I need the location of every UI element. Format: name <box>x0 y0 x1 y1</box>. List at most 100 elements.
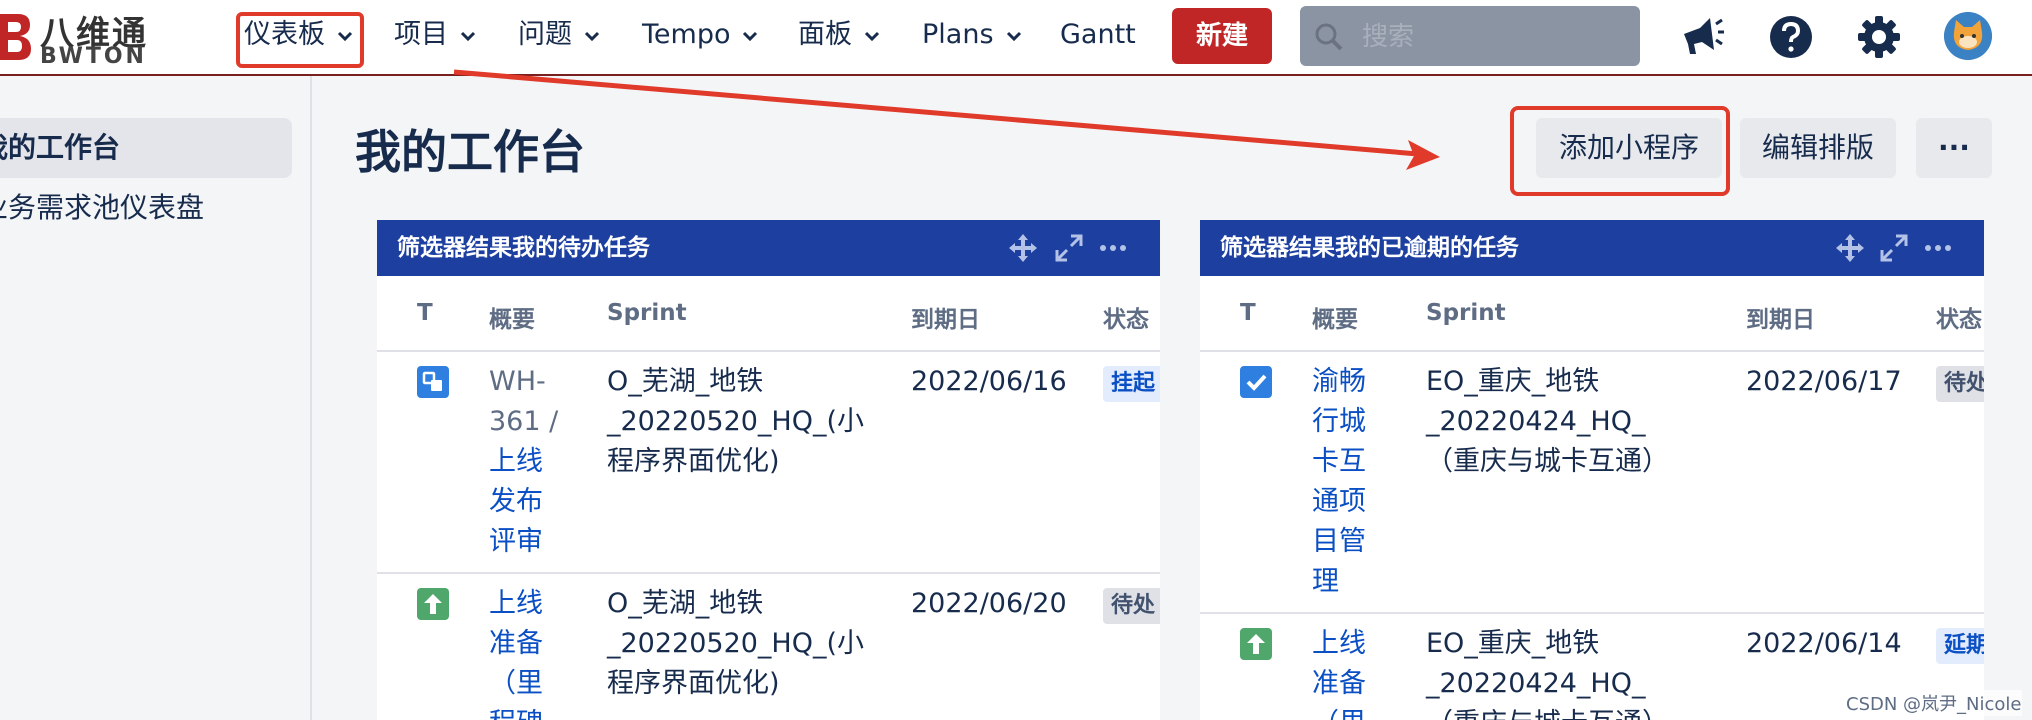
summary-line: 发布 <box>489 486 543 517</box>
row-divider <box>377 350 1160 352</box>
summary-line: 行城 <box>1312 406 1366 437</box>
nav-gantt[interactable]: Gantt <box>1060 12 1136 58</box>
maximize-icon[interactable] <box>1053 232 1085 264</box>
column-header-due-date[interactable]: 到期日 <box>911 300 980 334</box>
logo-english-text: BWTON <box>40 44 147 69</box>
nav-projects[interactable]: 项目 <box>394 12 476 58</box>
summary-line: 程碑 <box>489 704 543 720</box>
summary-line: 准备 <box>489 628 543 659</box>
gadget-title: 筛选器结果我的已逾期的任务 <box>1220 235 1519 261</box>
story-arrow-icon <box>417 588 449 620</box>
summary-line: 评审 <box>489 526 543 557</box>
nav-issues[interactable]: 问题 <box>518 12 600 58</box>
issue-summary-link[interactable]: 渝畅 行城 卡互 通项 目管 理 <box>1312 362 1366 602</box>
gadget-my-todo-tasks: 筛选器结果我的待办任务 T 概要 Sprint 到期日 状态 WH- 361 /… <box>377 220 1160 720</box>
sidebar-item-label: 我的工作台 <box>0 131 121 164</box>
nav-issues-label: 问题 <box>518 19 572 50</box>
sprint-line: O_芜湖_地铁 <box>607 588 764 619</box>
summary-line: 卡互 <box>1312 446 1366 477</box>
gadget-my-overdue-tasks: 筛选器结果我的已逾期的任务 T 概要 Sprint 到期日 状态 渝畅 行城 卡… <box>1200 220 1984 720</box>
page-title: 我的工作台 <box>355 125 585 179</box>
user-avatar[interactable] <box>1944 12 1992 60</box>
summary-line: 上线 <box>489 446 543 477</box>
sprint-cell: O_芜湖_地铁 _20220520_HQ_(小 程序界面优化) <box>607 584 864 704</box>
sprint-line: O_芜湖_地铁 <box>607 366 764 397</box>
column-header-status[interactable]: 状态 <box>1103 300 1149 334</box>
summary-line: 通项 <box>1312 486 1366 517</box>
gadget-header: 筛选器结果我的已逾期的任务 <box>1200 220 1984 276</box>
watermark: CSDN @岚尹_Nicole <box>1846 690 2022 716</box>
column-header-type[interactable]: T <box>1240 300 1256 326</box>
chevron-down-icon <box>1006 31 1021 41</box>
gadget-more-icon[interactable] <box>1922 232 1954 264</box>
status-badge[interactable]: 挂起 <box>1103 366 1160 402</box>
sprint-cell: O_芜湖_地铁 _20220520_HQ_(小 程序界面优化) <box>607 362 864 482</box>
column-header-summary[interactable]: 概要 <box>489 300 535 334</box>
nav-plans[interactable]: Plans <box>922 12 1022 58</box>
summary-line: （里 <box>1312 704 1366 720</box>
status-badge[interactable]: 延期 <box>1936 628 1984 664</box>
column-header-due-date[interactable]: 到期日 <box>1746 300 1815 334</box>
issue-key-line: 361 / <box>489 406 559 437</box>
nav-tempo[interactable]: Tempo <box>642 12 758 58</box>
chevron-down-icon <box>743 31 758 41</box>
edit-layout-button[interactable]: 编辑排版 <box>1740 118 1896 178</box>
due-date-cell: 2022/06/20 <box>911 588 1067 619</box>
nav-plans-label: Plans <box>922 19 994 50</box>
create-button[interactable]: 新建 <box>1172 8 1272 64</box>
summary-line: 上线 <box>1312 628 1366 659</box>
status-badge[interactable]: 待处 <box>1936 366 1984 402</box>
sidebar-item-label: 业务需求池仪表盘 <box>0 191 205 224</box>
megaphone-icon[interactable] <box>1680 14 1726 60</box>
sprint-cell: EO_重庆_地铁 _20220424_HQ_ （重庆与城卡互通） <box>1426 624 1669 720</box>
more-actions-button[interactable]: ··· <box>1916 118 1992 178</box>
nav-gantt-label: Gantt <box>1060 19 1136 50</box>
gadget-more-icon[interactable] <box>1097 232 1129 264</box>
sprint-line: _20220424_HQ_ <box>1426 668 1646 699</box>
nav-projects-label: 项目 <box>394 19 448 50</box>
search-icon <box>1315 23 1343 51</box>
search-input[interactable] <box>1360 16 1624 58</box>
add-gadget-annotation-box <box>1510 106 1730 196</box>
summary-line: 理 <box>1312 566 1339 597</box>
column-header-summary[interactable]: 概要 <box>1312 300 1358 334</box>
column-header-type[interactable]: T <box>417 300 433 326</box>
help-icon[interactable] <box>1768 14 1814 60</box>
settings-gear-icon[interactable] <box>1856 14 1902 60</box>
sidebar-item-my-workbench[interactable]: 我的工作台 <box>0 118 292 178</box>
search-box[interactable] <box>1300 6 1640 66</box>
subtask-icon <box>417 366 449 398</box>
summary-line: 上线 <box>489 588 543 619</box>
gadget-header: 筛选器结果我的待办任务 <box>377 220 1160 276</box>
sprint-line: （重庆与城卡互通） <box>1426 446 1669 477</box>
status-badge[interactable]: 待处 <box>1103 588 1160 624</box>
nav-dashboards-annotation-box <box>236 12 364 68</box>
issue-summary-link[interactable]: 上线 发布 评审 <box>489 442 543 562</box>
sprint-line: 程序界面优化) <box>607 668 780 699</box>
column-header-sprint[interactable]: Sprint <box>1426 300 1506 326</box>
sidebar: 我的工作台 业务需求池仪表盘 <box>0 76 312 720</box>
column-header-sprint[interactable]: Sprint <box>607 300 687 326</box>
issue-summary-link[interactable]: 上线 准备 （里 程碑 <box>489 584 543 720</box>
sprint-line: _20220520_HQ_(小 <box>607 406 865 437</box>
logo-mark-icon <box>0 14 31 60</box>
sprint-line: EO_重庆_地铁 <box>1426 628 1600 659</box>
move-icon[interactable] <box>1834 232 1866 264</box>
column-header-status[interactable]: 状态 <box>1936 300 1982 334</box>
due-date-cell: 2022/06/16 <box>911 366 1067 397</box>
issue-summary-link[interactable]: 上线 准备 （里 <box>1312 624 1366 720</box>
issue-key-line: WH- <box>489 366 546 397</box>
row-divider <box>1200 612 1984 614</box>
row-divider <box>1200 350 1984 352</box>
sprint-cell: EO_重庆_地铁 _20220424_HQ_ （重庆与城卡互通） <box>1426 362 1669 482</box>
summary-line: （里 <box>489 668 543 699</box>
nav-boards[interactable]: 面板 <box>798 12 880 58</box>
brand-logo[interactable]: 八维通 BWTON <box>0 4 170 70</box>
sprint-line: EO_重庆_地铁 <box>1426 366 1600 397</box>
sprint-line: _20220520_HQ_(小 <box>607 628 865 659</box>
move-icon[interactable] <box>1007 232 1039 264</box>
summary-line: 目管 <box>1312 526 1366 557</box>
maximize-icon[interactable] <box>1878 232 1910 264</box>
sidebar-item-requirements-dashboard[interactable]: 业务需求池仪表盘 <box>0 178 292 238</box>
issue-key[interactable]: WH- 361 / <box>489 362 558 442</box>
